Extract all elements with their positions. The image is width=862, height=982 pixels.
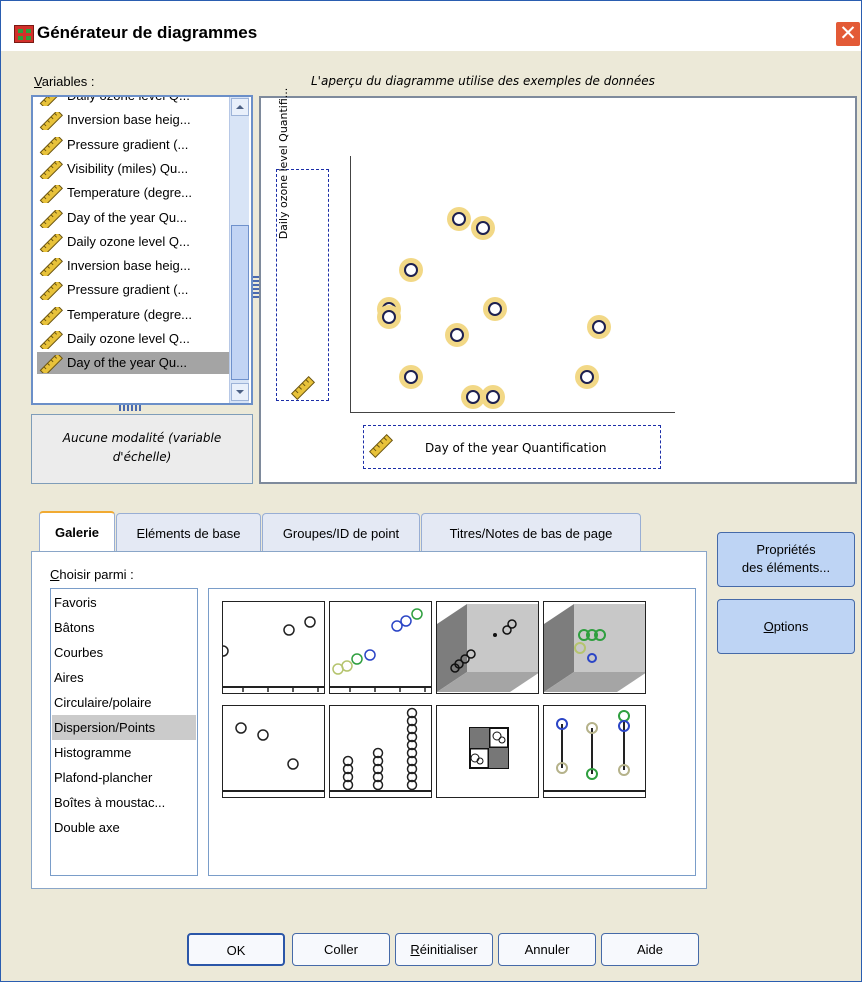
- element-properties-label-line2: des éléments...: [741, 560, 831, 575]
- 3d-grouped-scatter-icon[interactable]: [543, 601, 646, 694]
- data-point: [483, 297, 507, 321]
- scroll-up-icon[interactable]: [231, 98, 249, 116]
- variable-label: Day of the year Qu...: [67, 209, 187, 225]
- ok-button[interactable]: OK: [187, 933, 285, 966]
- tab-basic-elements[interactable]: Eléments de base: [116, 513, 261, 551]
- scroll-thumb[interactable]: [231, 225, 249, 380]
- scatterplot-matrix-icon[interactable]: [436, 705, 539, 798]
- x-axis-line: [350, 412, 675, 413]
- splitter-handle[interactable]: [119, 405, 141, 411]
- cancel-button[interactable]: Annuler: [498, 933, 596, 966]
- variable-item[interactable]: Temperature (degre...: [37, 304, 233, 326]
- app-icon: [14, 25, 34, 43]
- variable-item[interactable]: Temperature (degre...: [37, 182, 233, 204]
- scroll-down-icon[interactable]: [231, 383, 249, 401]
- help-button[interactable]: Aide: [601, 933, 699, 966]
- variable-item[interactable]: Visibility (miles) Qu...: [37, 158, 233, 180]
- variable-item[interactable]: Inversion base heig...: [37, 255, 233, 277]
- x-axis-label: Day of the year Quantification: [425, 441, 607, 455]
- data-point: [377, 305, 401, 329]
- variable-label: Temperature (degre...: [67, 185, 193, 201]
- chart-type-list[interactable]: Favoris Bâtons Courbes Aires Circulaire/…: [50, 588, 198, 876]
- variable-item[interactable]: Inversion base heig...: [37, 109, 233, 131]
- summary-point-icon[interactable]: [222, 705, 325, 798]
- chart-thumbnail-area: [208, 588, 696, 876]
- variable-label: Inversion base heig...: [67, 112, 191, 128]
- category-info: Aucune modalité (variable d'échelle): [31, 414, 253, 484]
- data-point: [447, 207, 471, 231]
- 3d-scatter-icon[interactable]: [436, 601, 539, 694]
- variable-item[interactable]: Pressure gradient (...: [37, 134, 233, 156]
- tab-gallery[interactable]: Galerie: [39, 511, 115, 551]
- list-item[interactable]: Plafond-plancher: [52, 765, 196, 790]
- list-item[interactable]: Bâtons: [52, 615, 196, 640]
- grouped-scatter-icon[interactable]: [329, 601, 432, 694]
- data-point: [471, 216, 495, 240]
- ruler-icon: [369, 434, 394, 458]
- variable-label: Daily ozone level Q...: [67, 233, 190, 249]
- paste-button[interactable]: Coller: [292, 933, 390, 966]
- dot-plot-icon[interactable]: [329, 705, 432, 798]
- element-properties-label-line1: Propriétés: [756, 542, 816, 557]
- tab-titles-footnotes[interactable]: Titres/Notes de bas de page: [421, 513, 641, 551]
- list-item[interactable]: Aires: [52, 665, 196, 690]
- data-point: [587, 315, 611, 339]
- variable-item[interactable]: Pressure gradient (...: [37, 279, 233, 301]
- variable-item[interactable]: Day of the year Qu...: [37, 207, 233, 229]
- drop-line-icon[interactable]: [543, 705, 646, 798]
- list-item[interactable]: Courbes: [52, 640, 196, 665]
- list-item[interactable]: Boîtes à moustac...: [52, 790, 196, 815]
- list-item[interactable]: Double axe: [52, 815, 196, 840]
- close-icon[interactable]: ✕: [835, 21, 861, 47]
- variable-item[interactable]: Daily ozone level Q...: [37, 95, 233, 107]
- variables-label: Variables :: [34, 74, 95, 89]
- window-title: Générateur de diagrammes: [37, 23, 258, 42]
- tab-groups-point-id[interactable]: Groupes/ID de point: [262, 513, 420, 551]
- title-bar: Générateur de diagrammes ✕: [1, 1, 861, 51]
- variable-label: Visibility (miles) Qu...: [67, 160, 189, 176]
- reset-button[interactable]: Réinitialiser: [395, 933, 493, 966]
- variable-label: Pressure gradient (...: [67, 282, 189, 298]
- variable-label: Daily ozone level Q...: [67, 331, 190, 346]
- list-item[interactable]: Dispersion/Points: [52, 715, 196, 740]
- data-point: [575, 365, 599, 389]
- variables-scrollbar[interactable]: [229, 97, 249, 403]
- variable-item[interactable]: Daily ozone level Q...: [37, 231, 233, 253]
- choose-from-label: Choisir parmi :: [50, 567, 134, 582]
- variable-label: Pressure gradient (...: [67, 136, 189, 152]
- list-item[interactable]: Favoris: [52, 590, 196, 615]
- list-item[interactable]: Circulaire/polaire: [52, 690, 196, 715]
- ruler-icon: [291, 376, 316, 400]
- simple-scatter-icon[interactable]: [222, 601, 325, 694]
- variable-label: Inversion base heig...: [67, 258, 191, 274]
- variable-item[interactable]: Daily ozone level Q...: [37, 328, 233, 350]
- y-axis-label: Daily ozone level Quantifi...: [277, 87, 290, 240]
- element-properties-button[interactable]: Propriétés des éléments...: [717, 532, 855, 587]
- variable-label: Daily ozone level Q...: [67, 95, 190, 103]
- preview-caption: L'aperçu du diagramme utilise des exempl…: [311, 74, 655, 88]
- data-point: [481, 385, 505, 409]
- data-point: [399, 365, 423, 389]
- list-item[interactable]: Histogramme: [52, 740, 196, 765]
- variable-label: Day of the year Qu...: [67, 355, 187, 371]
- y-axis-line: [350, 156, 351, 412]
- data-point: [445, 323, 469, 347]
- variable-item[interactable]: Day of the year Qu...: [37, 352, 233, 375]
- chart-builder-window: Générateur de diagrammes ✕ Variables : D…: [0, 0, 862, 982]
- variable-label: Temperature (degre...: [67, 306, 193, 322]
- variables-list[interactable]: Daily ozone level Q... Inversion base hei…: [31, 95, 253, 405]
- data-point: [399, 258, 423, 282]
- options-button[interactable]: Options: [717, 599, 855, 654]
